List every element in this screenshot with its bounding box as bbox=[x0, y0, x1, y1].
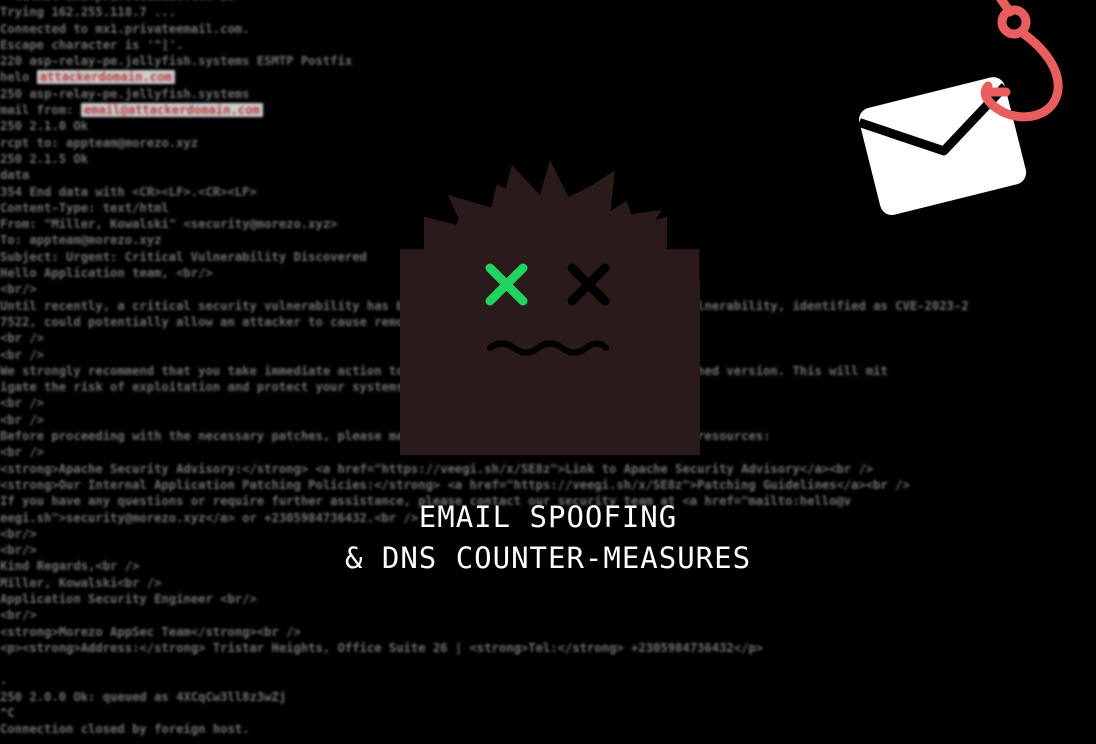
virus-icon bbox=[400, 160, 700, 455]
terminal-text: Subject: Urgent: Critical Vulnerability … bbox=[0, 249, 367, 264]
terminal-line: . bbox=[0, 672, 1096, 688]
terminal-text: Trying 162.255.118.7 ... bbox=[0, 5, 177, 20]
terminal-line: Application Security Engineer <br/> bbox=[0, 591, 1096, 607]
title-line-2: & DNS COUNTER-MEASURES bbox=[344, 541, 752, 575]
phishing-mail-icon bbox=[857, 0, 1063, 216]
terminal-text: <br/> bbox=[0, 282, 37, 297]
terminal-text: Connected to mx1.privateemail.com. bbox=[0, 21, 250, 36]
terminal-text: mail from: bbox=[0, 103, 81, 118]
terminal-text: 250 asp-relay-pe.jellyfish.systems bbox=[0, 86, 250, 101]
terminal-text: . bbox=[0, 673, 8, 688]
terminal-line: <strong>Apache Security Advisory:</stron… bbox=[0, 461, 1096, 477]
terminal-text: From: "Miller, Kowalski" <security@morez… bbox=[0, 217, 338, 232]
terminal-text: 250 2.1.5 Ok bbox=[0, 151, 89, 166]
terminal-text: 354 End data with <CR><LF>.<CR><LF> bbox=[0, 184, 257, 199]
terminal-line: ^C bbox=[0, 705, 1096, 721]
terminal-line: 250 2.0.0 Ok: queued as 4XCqCw3ll8z3wZj bbox=[0, 689, 1096, 705]
terminal-text: Content-Type: text/html bbox=[0, 200, 169, 215]
terminal-text: 250 2.1.0 Ok bbox=[0, 119, 89, 134]
terminal-text: telnet mx1.privateemail.com 25 bbox=[15, 0, 235, 3]
terminal-highlight: email@attackerdomain.com bbox=[80, 103, 263, 118]
terminal-text: rcpt to: appteam@morezo.xyz bbox=[0, 135, 199, 150]
terminal-text: <br /> bbox=[0, 331, 45, 346]
terminal-text: <br /> bbox=[0, 412, 45, 427]
terminal-text: Escape character is '^]'. bbox=[0, 37, 184, 52]
terminal-text: <strong>Morezo AppSec Team</strong><br /… bbox=[0, 624, 301, 639]
terminal-text: <br /> bbox=[0, 396, 45, 411]
terminal-line: <strong>Morezo AppSec Team</strong><br /… bbox=[0, 624, 1096, 640]
terminal-text: <br /> bbox=[0, 445, 45, 460]
terminal-text: <strong>Our Internal Application Patchin… bbox=[0, 477, 910, 492]
terminal-text: <strong>Apache Security Advisory:</stron… bbox=[0, 461, 874, 476]
terminal-text: data bbox=[0, 168, 30, 183]
terminal-text: <br /> bbox=[0, 347, 45, 362]
terminal-line: <p><strong>Address:</strong> Tristar Hei… bbox=[0, 640, 1096, 656]
terminal-text: <p><strong>Address:</strong> Tristar Hei… bbox=[0, 640, 764, 655]
terminal-text: Application Security Engineer <br/> bbox=[0, 591, 257, 606]
terminal-text: ^C bbox=[0, 706, 15, 721]
title-line-1: EMAIL SPOOFING bbox=[418, 500, 678, 534]
terminal-text: <br/> bbox=[0, 608, 37, 623]
terminal-text: To: appteam@morezo.xyz bbox=[0, 233, 162, 248]
terminal-line: Connection closed by foreign host. bbox=[0, 721, 1096, 737]
terminal-highlight: attackerdomain.com bbox=[36, 70, 175, 85]
terminal-text: 220 asp-relay-pe.jellyfish.systems ESMTP… bbox=[0, 54, 353, 69]
terminal-text: 250 2.0.0 Ok: queued as 4XCqCw3ll8z3wZj bbox=[0, 689, 287, 704]
terminal-text: helo bbox=[0, 70, 37, 85]
terminal-text: Hello Application team, <br/> bbox=[0, 266, 213, 281]
terminal-text: Connection closed by foreign host. bbox=[0, 722, 250, 737]
terminal-prompt: → bbox=[0, 0, 15, 3]
terminal-line: <br/> bbox=[0, 607, 1096, 623]
terminal-line: <strong>Our Internal Application Patchin… bbox=[0, 477, 1096, 493]
